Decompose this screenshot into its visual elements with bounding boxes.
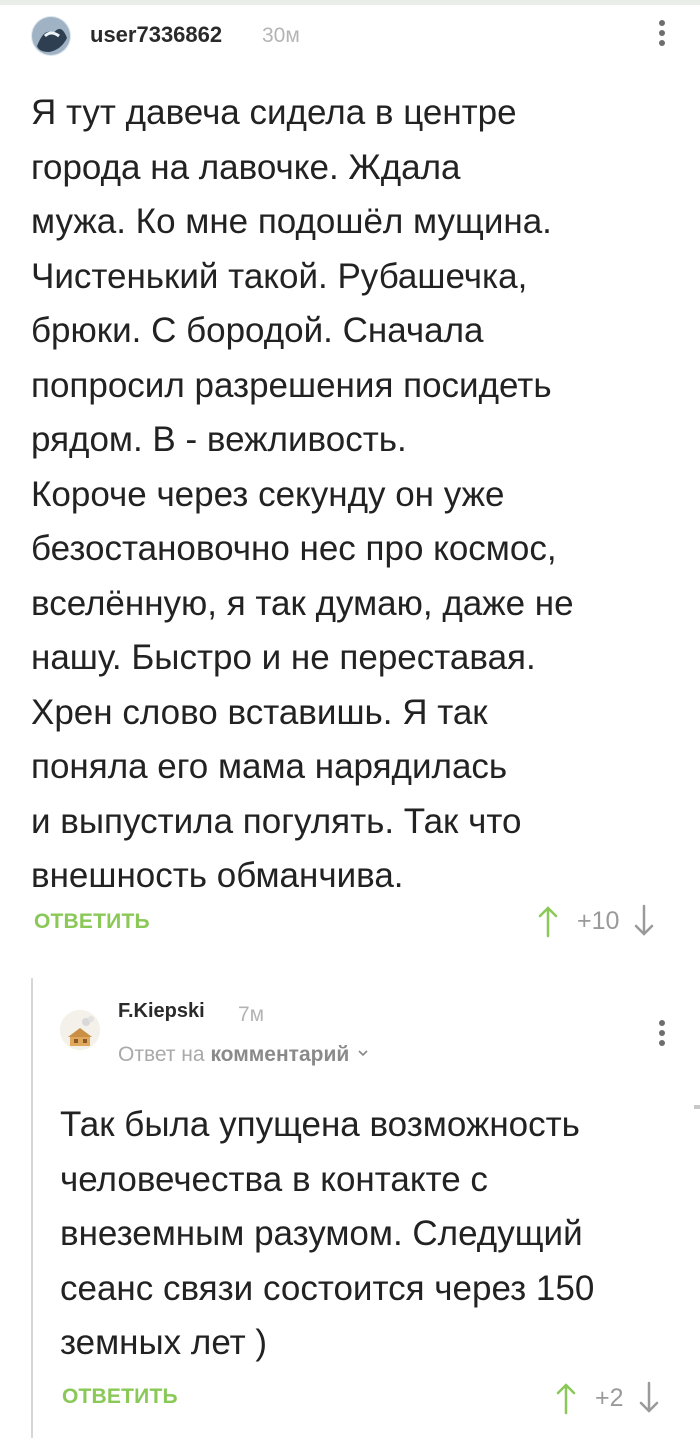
- scrollbar[interactable]: [694, 1105, 700, 1109]
- arrow-up-icon[interactable]: [555, 1381, 577, 1415]
- reply-button[interactable]: ОТВЕТИТЬ: [34, 910, 150, 934]
- arrow-up-icon[interactable]: [537, 904, 559, 938]
- comment-text: Так была упущена возможность человечеств…: [60, 1105, 595, 1362]
- arrow-down-icon[interactable]: [638, 1381, 660, 1415]
- reply-to-info[interactable]: Ответ на комментарий: [118, 1043, 369, 1067]
- comment-username[interactable]: user7336862: [90, 22, 222, 48]
- arrow-down-icon[interactable]: [633, 904, 655, 938]
- comment-time: 30м: [262, 24, 300, 47]
- comment-time: 7м: [238, 1003, 265, 1026]
- chevron-down-icon[interactable]: [357, 1048, 369, 1058]
- reply-prefix: Ответ на: [118, 1043, 205, 1066]
- reply-button[interactable]: ОТВЕТИТЬ: [62, 1385, 178, 1409]
- vote-controls: +2: [555, 1381, 660, 1415]
- thread-line: [31, 978, 33, 1438]
- top-divider: [0, 0, 700, 5]
- rating-value: +10: [577, 906, 620, 935]
- avatar[interactable]: [31, 16, 71, 56]
- more-vertical-icon[interactable]: [658, 20, 666, 50]
- avatar[interactable]: [60, 1010, 100, 1050]
- comment-text: Я тут давеча сидела в центре города на л…: [31, 93, 574, 895]
- rating-value: +2: [595, 1383, 624, 1412]
- reply-target-link[interactable]: комментарий: [210, 1043, 349, 1066]
- more-vertical-icon[interactable]: [658, 1020, 666, 1050]
- comment-username[interactable]: F.Kiepski: [118, 1000, 205, 1023]
- vote-controls: +10: [537, 904, 655, 938]
